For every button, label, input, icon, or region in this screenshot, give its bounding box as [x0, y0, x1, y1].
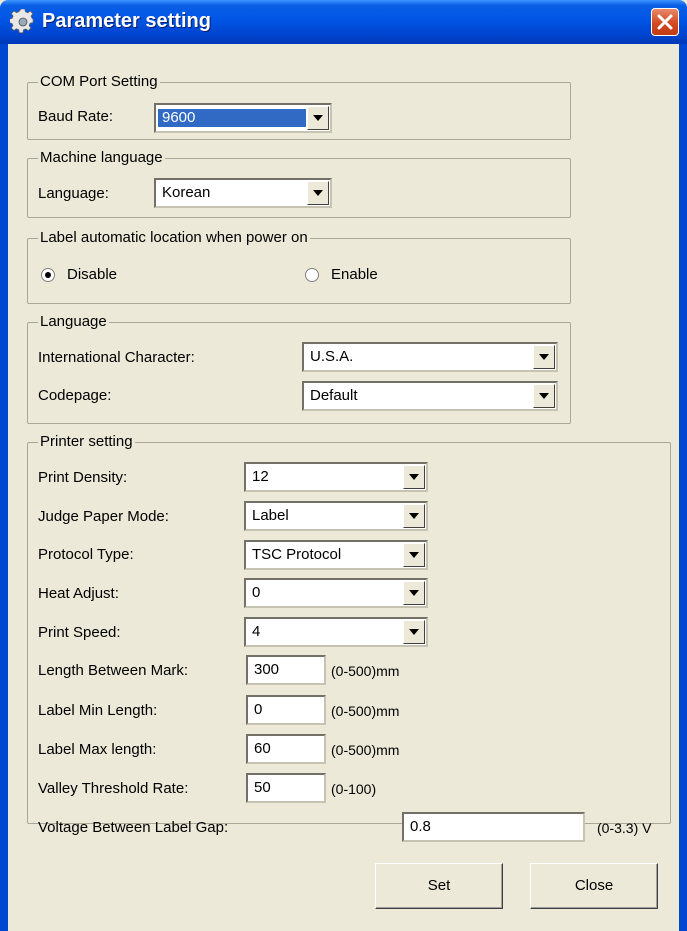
codepage-value: Default — [310, 387, 358, 404]
window-frame-left — [0, 44, 8, 931]
valley-threshold-value: 50 — [254, 779, 271, 796]
machine-language-value: Korean — [162, 184, 211, 201]
dropdown-arrow-icon[interactable] — [403, 504, 425, 528]
protocol-type-label: Protocol Type: — [38, 546, 134, 563]
enable-radio[interactable] — [305, 268, 319, 282]
language-group-legend: Language — [38, 313, 109, 331]
intl-character-value: U.S.A. — [310, 348, 354, 365]
print-speed-dropdown[interactable]: 4 — [244, 617, 428, 647]
dropdown-arrow-icon[interactable] — [307, 106, 329, 130]
voltage-gap-value: 0.8 — [410, 818, 431, 835]
dropdown-arrow-icon[interactable] — [403, 465, 425, 489]
disable-label: Disable — [67, 266, 118, 283]
machine-language-dropdown[interactable]: Korean — [154, 178, 332, 208]
language-label: Language: — [38, 185, 109, 202]
set-button[interactable]: Set — [375, 863, 503, 909]
judge-paper-mode-label: Judge Paper Mode: — [38, 508, 169, 525]
intl-character-label: International Character: — [38, 349, 195, 366]
length-between-mark-value: 300 — [254, 661, 280, 678]
judge-paper-mode-value: Label — [252, 507, 289, 524]
print-density-value: 12 — [252, 468, 269, 485]
codepage-dropdown[interactable]: Default — [302, 381, 558, 411]
close-button[interactable]: Close — [530, 863, 658, 909]
heat-adjust-label: Heat Adjust: — [38, 585, 119, 602]
label-min-length-input[interactable]: 0 — [246, 695, 326, 725]
heat-adjust-value: 0 — [252, 584, 261, 601]
print-density-label: Print Density: — [38, 469, 128, 486]
machine-language-legend: Machine language — [38, 149, 165, 167]
print-speed-label: Print Speed: — [38, 624, 121, 641]
protocol-type-dropdown[interactable]: TSC Protocol — [244, 540, 428, 570]
length-between-mark-range: (0-500)mm — [331, 663, 400, 679]
window-title: Parameter setting — [42, 10, 211, 32]
dropdown-arrow-icon[interactable] — [403, 620, 425, 644]
dropdown-arrow-icon[interactable] — [403, 581, 425, 605]
valley-threshold-label: Valley Threshold Rate: — [38, 780, 189, 797]
title-bar[interactable]: Parameter setting — [0, 0, 687, 44]
label-max-length-value: 60 — [254, 740, 271, 757]
label-max-length-input[interactable]: 60 — [246, 734, 326, 764]
dropdown-arrow-icon[interactable] — [533, 345, 555, 369]
voltage-gap-input[interactable]: 0.8 — [402, 812, 585, 842]
valley-threshold-range: (0-100) — [331, 781, 377, 797]
print-density-dropdown[interactable]: 12 — [244, 462, 428, 492]
length-between-mark-input[interactable]: 300 — [246, 655, 326, 685]
length-between-mark-label: Length Between Mark: — [38, 662, 189, 679]
window-frame-right — [679, 44, 687, 931]
enable-label: Enable — [331, 266, 378, 283]
baud-rate-label: Baud Rate: — [38, 108, 114, 125]
valley-threshold-input[interactable]: 50 — [246, 773, 326, 803]
protocol-type-value: TSC Protocol — [252, 546, 342, 563]
parameter-setting-dialog: Parameter setting COM Port Setting Baud … — [0, 0, 687, 931]
label-max-length-range: (0-500)mm — [331, 742, 400, 758]
disable-radio[interactable] — [41, 268, 55, 282]
dropdown-arrow-icon[interactable] — [403, 543, 425, 567]
judge-paper-mode-dropdown[interactable]: Label — [244, 501, 428, 531]
label-min-length-range: (0-500)mm — [331, 703, 400, 719]
close-window-button[interactable] — [651, 8, 679, 36]
baud-rate-dropdown[interactable]: 9600 — [154, 103, 332, 133]
label-min-length-label: Label Min Length: — [38, 702, 158, 719]
heat-adjust-dropdown[interactable]: 0 — [244, 578, 428, 608]
dropdown-arrow-icon[interactable] — [533, 384, 555, 408]
print-speed-value: 4 — [252, 623, 261, 640]
baud-rate-value: 9600 — [158, 109, 306, 127]
label-max-length-label: Label Max length: — [38, 741, 157, 758]
com-port-legend: COM Port Setting — [38, 73, 160, 91]
dropdown-arrow-icon[interactable] — [307, 181, 329, 205]
gear-icon — [10, 9, 34, 34]
voltage-gap-label: Voltage Between Label Gap: — [38, 819, 229, 836]
printer-setting-legend: Printer setting — [38, 433, 135, 451]
label-min-length-value: 0 — [254, 701, 263, 718]
codepage-label: Codepage: — [38, 387, 112, 404]
label-auto-location-legend: Label automatic location when power on — [38, 229, 310, 247]
voltage-gap-range: (0-3.3) V — [597, 820, 652, 836]
intl-character-dropdown[interactable]: U.S.A. — [302, 342, 558, 372]
close-icon — [657, 14, 673, 30]
